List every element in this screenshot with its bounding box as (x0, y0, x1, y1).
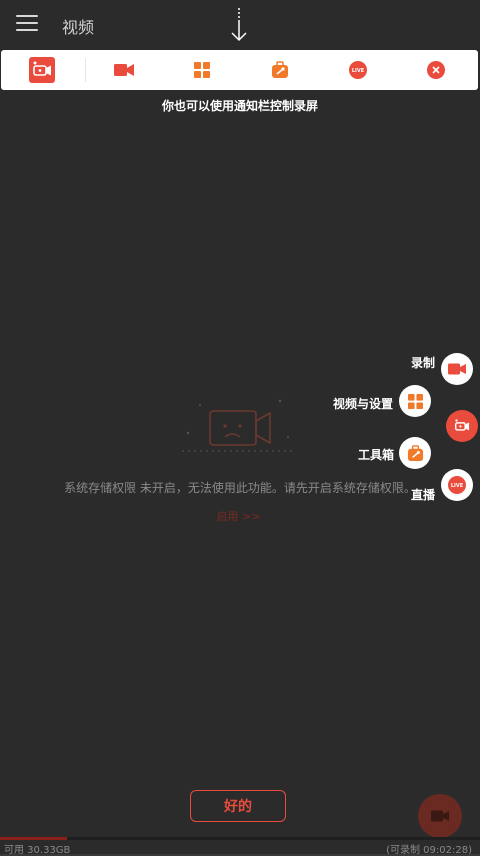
storage-bar (0, 837, 480, 840)
screen-record-app-icon[interactable] (27, 55, 57, 85)
enable-permission-link[interactable]: 启用 >> (0, 508, 477, 524)
fab-main-button[interactable] (446, 410, 478, 442)
svg-text:LIVE: LIVE (451, 483, 464, 489)
fab-videos-settings-button[interactable] (399, 385, 431, 417)
fab-label-record: 录制 (410, 356, 435, 370)
toolbox-icon (407, 444, 423, 461)
page-title: 视频 (62, 18, 95, 37)
video-camera-icon (431, 810, 449, 822)
close-icon[interactable] (421, 55, 451, 85)
video-camera-icon[interactable] (109, 55, 139, 85)
hamburger-menu-icon[interactable] (16, 15, 38, 33)
fab-label-live: 直播 (410, 488, 435, 502)
fab-label-toolbox: 工具箱 (357, 448, 394, 462)
svg-text:LIVE: LIVE (352, 68, 365, 74)
ok-button[interactable]: 好的 (190, 790, 286, 822)
screen-record-app-icon (455, 419, 470, 431)
fab-record-button[interactable] (441, 353, 473, 385)
fab-label-videos-settings: 视频与设置 (332, 397, 393, 411)
live-icon: LIVE (448, 476, 466, 494)
down-arrow-icon (231, 8, 247, 42)
toolbar-divider (85, 58, 86, 82)
grid-icon[interactable] (187, 55, 217, 85)
fab-live-button[interactable]: LIVE (441, 469, 473, 501)
sad-camera-icon (182, 399, 292, 452)
fab-toolbox-button[interactable] (399, 437, 431, 469)
live-icon[interactable]: LIVE (343, 55, 373, 85)
notification-hint: 你也可以使用通知栏控制录屏 (161, 99, 318, 113)
toolbox-icon[interactable] (265, 55, 295, 85)
grid-icon (407, 393, 423, 409)
notification-toolbar: LIVE (1, 50, 478, 90)
storage-bar-fill (0, 837, 68, 840)
video-camera-icon (448, 363, 466, 375)
record-fab-button[interactable] (418, 794, 462, 838)
